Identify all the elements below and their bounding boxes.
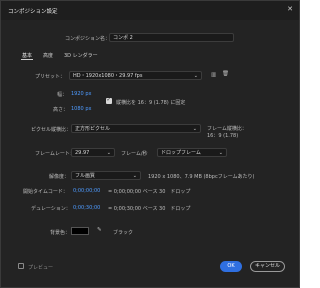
chevron-down-icon: ⌄ [106,150,111,156]
pixel-aspect-dropdown[interactable]: 正方形ピクセル ⌄ [71,124,201,133]
delete-preset-icon[interactable]: 🗑 [222,71,229,77]
frame-rate-unit: フレーム/秒 [121,151,148,157]
frame-aspect-label: フレーム縦横比： [207,126,247,132]
preview-label: プレビュー [28,265,54,271]
duration-value[interactable]: 0;00;30;00 [73,205,100,211]
title-bar: コンポジション設定 ✕ [1,1,299,20]
save-preset-icon[interactable]: ▥ [211,72,216,78]
composition-settings-dialog: コンポジション設定 ✕ コンポジション名： コンポ 2 基本 高度 3D レンダ… [0,0,300,288]
tab-advanced[interactable]: 高度 [43,52,53,59]
frame-rate-label: フレームレート： [35,151,75,157]
start-timecode-value[interactable]: 0;00;00;00 [73,188,100,194]
close-icon[interactable]: ✕ [287,6,293,13]
cancel-button[interactable]: キャンセル [250,261,285,272]
resolution-info: 1920 x 1080、7.9 MB (8bpcフレームあたり) [148,174,255,180]
eyedropper-icon[interactable]: ✎ [97,227,102,233]
frame-rate-dropdown[interactable]: 29.97 ⌄ [71,148,115,157]
resolution-value: フル画質 [75,173,96,179]
chevron-down-icon: ⌄ [193,73,198,79]
start-timecode-label: 開始タイムコード： [23,189,68,195]
height-value[interactable]: 1080 px [71,106,91,112]
lock-aspect-checkbox[interactable] [106,97,112,104]
ok-button[interactable]: OK [220,261,242,272]
drop-frame-dropdown[interactable]: ドロップフレーム ⌄ [157,148,227,157]
duration-label: デュレーション： [31,206,71,212]
chevron-down-icon: ⌄ [192,126,197,132]
resolution-label: 解像度： [49,174,70,180]
background-color-name: ブラック [113,230,134,236]
frame-rate-value: 29.97 [75,150,90,156]
drop-frame-value: ドロップフレーム [161,150,201,156]
comp-name-label: コンポジション名： [65,36,111,42]
pixel-aspect-value: 正方形ピクセル [75,126,111,132]
background-color-label: 背景色： [50,230,71,236]
preset-value: HD・1920x1080・29.97 fps [73,73,143,79]
tab-basic[interactable]: 基本 [22,52,32,59]
chevron-down-icon: ⌄ [132,173,137,179]
duration-note: = 0;00;30;00 ベース 30 ドロップ [108,206,191,212]
background-color-swatch[interactable] [71,227,89,235]
chevron-down-icon: ⌄ [218,150,223,156]
lock-aspect-label: 縦横比を 16：9 (1.78) に固定 [116,100,186,106]
tab-3d-renderer[interactable]: 3D レンダラー [64,52,98,59]
start-timecode-note: = 0;00;00;00 ベース 30 ドロップ [108,189,191,195]
frame-aspect-value: 16：9 (1.78) [207,133,239,139]
pixel-aspect-label: ピクセル縦横比： [31,127,72,133]
height-label: 高さ： [53,107,69,113]
preset-dropdown[interactable]: HD・1920x1080・29.97 fps ⌄ [69,71,202,80]
width-label: 幅： [57,92,68,98]
dialog-title: コンポジション設定 [8,9,58,15]
preview-checkbox[interactable] [18,263,24,269]
tab-active-underline [21,59,33,60]
preset-label: プリセット： [35,74,66,80]
comp-name-input[interactable]: コンポ 2 [109,33,234,42]
width-value[interactable]: 1920 px [71,91,91,97]
resolution-dropdown[interactable]: フル画質 ⌄ [71,171,141,180]
